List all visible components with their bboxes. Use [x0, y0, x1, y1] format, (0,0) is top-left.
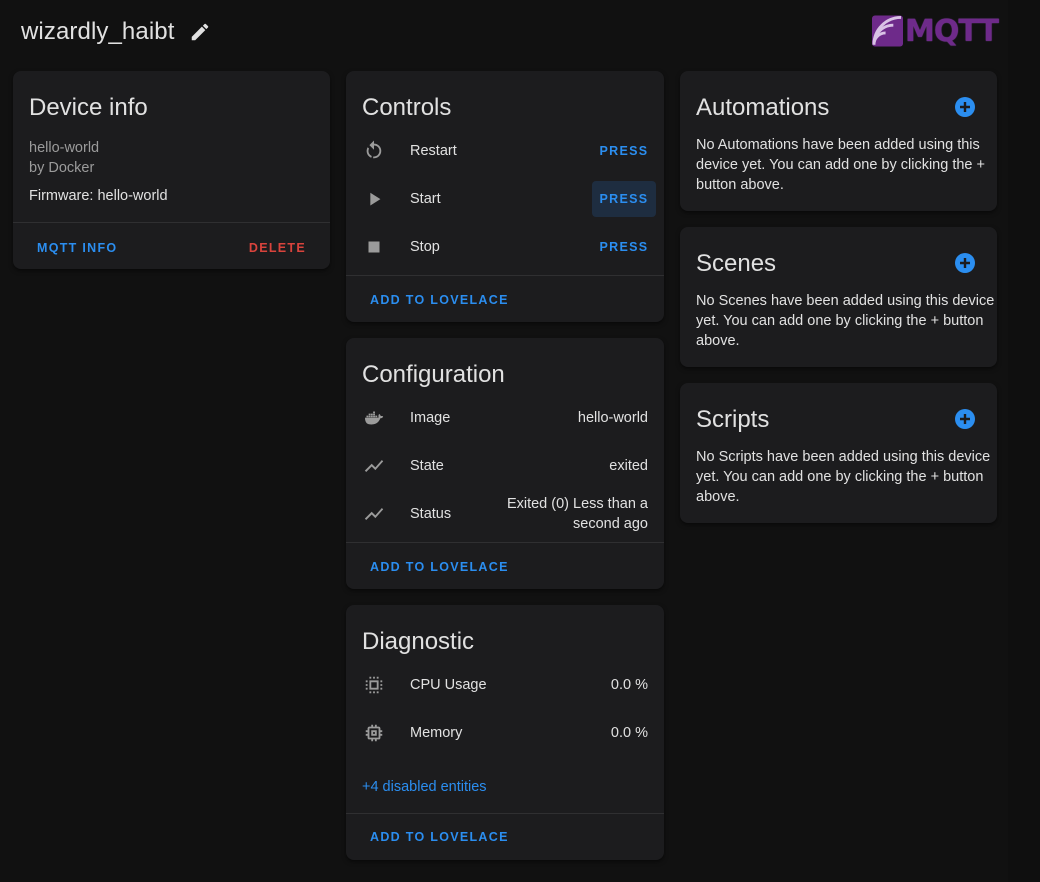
configuration-card: Configuration Image hello-world State ex…: [346, 338, 664, 589]
card-divider: [346, 542, 664, 543]
diagnostic-label: Memory: [410, 725, 463, 741]
add-scene-plus-icon[interactable]: [955, 253, 975, 273]
cpu-64bit-icon: [362, 673, 386, 697]
scenes-text-line-3: above.: [696, 333, 740, 349]
automations-text-line-3: button above.: [696, 177, 784, 193]
stop-icon: [362, 235, 386, 259]
scripts-text-line-2: yet. You can add one by clicking the + b…: [696, 469, 984, 485]
control-label: Restart: [410, 143, 457, 159]
status-value-line-1: Exited (0) Less than a: [506, 496, 648, 512]
restart-press-button[interactable]: PRESS: [592, 133, 656, 169]
device-title: wizardly_haibt: [21, 18, 175, 45]
automations-text-line-1: No Automations have been added using thi…: [696, 137, 980, 153]
diagnostic-value: 0.0 %: [610, 725, 648, 741]
config-row-image: Image hello-world: [346, 394, 664, 442]
restart-icon: [362, 139, 386, 163]
control-row-restart: Restart PRESS: [346, 127, 664, 175]
automations-text-line-2: device yet. You can add one by clicking …: [696, 157, 985, 173]
chart-line-icon: [362, 454, 386, 478]
delete-button[interactable]: DELETE: [249, 241, 306, 255]
config-label: Status: [410, 506, 452, 522]
play-icon: [362, 187, 386, 211]
config-value: Exited (0) Less than a second ago: [507, 494, 648, 534]
add-to-lovelace-button[interactable]: ADD TO LOVELACE: [370, 830, 509, 844]
config-value: hello-world: [577, 410, 648, 426]
diagnostic-row-cpu: CPU Usage 0.0 %: [346, 661, 664, 709]
configuration-title: Configuration: [362, 361, 505, 388]
automations-empty-text: No Automations have been added using thi…: [696, 135, 985, 195]
stop-press-button[interactable]: PRESS: [592, 229, 656, 265]
start-press-button[interactable]: PRESS: [592, 181, 656, 217]
mqtt-logo: MQTT: [872, 13, 999, 49]
config-value: exited: [609, 458, 648, 474]
diagnostic-label: CPU Usage: [410, 677, 487, 693]
device-firmware: Firmware: hello-world: [29, 188, 168, 204]
status-value-line-2: second ago: [573, 516, 648, 532]
add-to-lovelace-button[interactable]: ADD TO LOVELACE: [370, 560, 509, 574]
mqtt-logo-mark-icon: [872, 15, 904, 47]
disabled-entities-link[interactable]: +4 disabled entities: [362, 779, 487, 795]
mqtt-logo-text: MQTT: [905, 13, 999, 49]
config-row-status: Status Exited (0) Less than a second ago: [346, 490, 664, 538]
diagnostic-row-memory: Memory 0.0 %: [346, 709, 664, 757]
scripts-empty-text: No Scripts have been added using this de…: [696, 447, 990, 507]
automations-card: Automations No Automations have been add…: [680, 71, 997, 211]
scripts-title: Scripts: [696, 406, 770, 433]
scripts-text-line-1: No Scripts have been added using this de…: [696, 449, 991, 465]
scripts-card: Scripts No Scripts have been added using…: [680, 383, 997, 523]
add-to-lovelace-button[interactable]: ADD TO LOVELACE: [370, 293, 509, 307]
scenes-empty-text: No Scenes have been added using this dev…: [696, 291, 994, 351]
control-label: Stop: [410, 239, 440, 255]
page-header: wizardly_haibt: [21, 14, 212, 50]
device-info-title: Device info: [29, 94, 148, 121]
add-script-plus-icon[interactable]: [955, 409, 975, 429]
diagnostic-title: Diagnostic: [362, 628, 475, 655]
add-automation-plus-icon[interactable]: [955, 97, 975, 117]
device-model: hello-world: [29, 140, 100, 156]
scripts-text-line-3: above.: [696, 489, 740, 505]
diagnostic-value: 0.0 %: [610, 677, 648, 693]
mqtt-info-button[interactable]: MQTT INFO: [37, 241, 117, 255]
config-label: Image: [410, 410, 451, 426]
config-label: State: [410, 458, 444, 474]
device-manufacturer: by Docker: [29, 160, 95, 176]
control-row-stop: Stop PRESS: [346, 223, 664, 271]
scenes-text-line-2: yet. You can add one by clicking the + b…: [696, 313, 984, 329]
card-divider: [346, 275, 664, 276]
config-row-state: State exited: [346, 442, 664, 490]
card-divider: [346, 813, 664, 814]
control-label: Start: [410, 191, 441, 207]
docker-icon: [362, 406, 386, 430]
controls-title: Controls: [362, 94, 452, 121]
page-scrollbar-track: [1008, 0, 1040, 882]
card-divider: [13, 222, 330, 223]
chart-line-icon: [362, 502, 386, 526]
scenes-title: Scenes: [696, 250, 777, 277]
pencil-icon[interactable]: [188, 20, 212, 44]
scenes-card: Scenes No Scenes have been added using t…: [680, 227, 997, 367]
memory-chip-icon: [362, 721, 386, 745]
control-row-start: Start PRESS: [346, 175, 664, 223]
controls-card: Controls Restart PRESS Start PRESS Stop …: [346, 71, 664, 322]
scenes-text-line-1: No Scenes have been added using this dev…: [696, 293, 995, 309]
device-info-card: Device info hello-world by Docker Firmwa…: [13, 71, 330, 269]
automations-title: Automations: [696, 94, 830, 121]
diagnostic-card: Diagnostic CPU Usage 0.0 % Memory 0.0 % …: [346, 605, 664, 860]
